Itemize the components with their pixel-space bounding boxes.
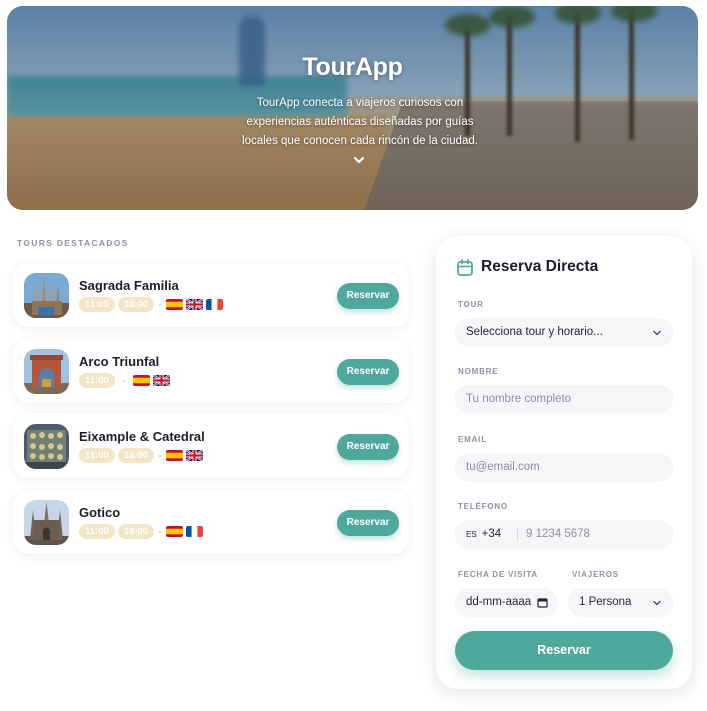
time-slot: 18:00 bbox=[117, 524, 155, 539]
reserve-button[interactable]: Reservar bbox=[337, 434, 399, 460]
travelers-value: 1 Persona bbox=[579, 596, 632, 608]
time-slot: 11:00 bbox=[79, 524, 115, 539]
tour-name: Gotico bbox=[79, 505, 121, 520]
name-label: NOMBRE bbox=[458, 367, 499, 376]
phone-country: ES bbox=[466, 530, 477, 539]
tour-name: Sagrada Familia bbox=[79, 278, 179, 293]
uk-flag-icon bbox=[186, 299, 204, 310]
time-slot: 18:00 bbox=[117, 297, 155, 312]
tour-thumbnail bbox=[24, 500, 69, 545]
phone-placeholder: 9 1234 5678 bbox=[526, 528, 590, 540]
name-placeholder: Tu nombre completo bbox=[466, 393, 572, 405]
booking-title: Reserva Directa bbox=[481, 258, 599, 275]
phone-divider bbox=[517, 529, 518, 541]
time-slot: 11:00 bbox=[79, 373, 115, 388]
email-placeholder: tu@email.com bbox=[466, 461, 540, 473]
calendar-icon bbox=[457, 258, 473, 276]
reserve-button[interactable]: Reservar bbox=[337, 359, 399, 385]
spain-flag-icon bbox=[132, 375, 150, 386]
uk-flag-icon bbox=[152, 375, 170, 386]
separator-dot bbox=[159, 454, 162, 457]
uk-flag-icon bbox=[186, 450, 204, 461]
reserve-button[interactable]: Reservar bbox=[337, 283, 399, 309]
phone-dial-code: +34 bbox=[481, 528, 502, 540]
hero-banner: TourApp TourApp conecta a viajeros curio… bbox=[7, 6, 698, 210]
france-flag-icon bbox=[186, 526, 204, 537]
tour-thumbnail bbox=[24, 273, 69, 318]
phone-country-code[interactable]: ES +34 bbox=[466, 528, 501, 540]
chevron-down-icon[interactable] bbox=[351, 152, 367, 168]
booking-heading: Reserva Directa bbox=[457, 258, 598, 276]
chevron-down-icon bbox=[653, 600, 661, 606]
submit-reservation-button[interactable]: Reservar bbox=[455, 631, 673, 670]
tour-card-sagrada-familia: Sagrada Familia 11:00 18:00 Reservar bbox=[13, 263, 409, 327]
time-slot: 11:00 bbox=[79, 297, 115, 312]
calendar-picker-icon[interactable] bbox=[537, 597, 548, 608]
separator-dot bbox=[122, 379, 125, 382]
name-input[interactable]: Tu nombre completo bbox=[455, 385, 673, 414]
time-slot: 11:00 bbox=[79, 448, 115, 463]
travelers-label: VIAJEROS bbox=[572, 570, 619, 579]
tour-tags: 11:00 18:00 bbox=[79, 297, 224, 312]
tour-tags: 11:00 18:00 bbox=[79, 524, 204, 539]
date-label: FECHA DE VISITA bbox=[458, 570, 539, 579]
visit-date-input[interactable]: dd-mm-aaaa bbox=[455, 588, 558, 617]
tour-card-arco-triunfal: Arco Triunfal 11:00 Reservar bbox=[13, 339, 409, 403]
spain-flag-icon bbox=[166, 450, 184, 461]
tour-select[interactable]: Selecciona tour y horario... bbox=[455, 318, 673, 347]
spain-flag-icon bbox=[166, 299, 184, 310]
hero-subtitle: TourApp conecta a viajeros curiosos con … bbox=[242, 97, 478, 147]
tour-name: Arco Triunfal bbox=[79, 354, 160, 369]
tour-select-value: Selecciona tour y horario... bbox=[466, 326, 603, 338]
date-value: dd-mm-aaaa bbox=[466, 596, 532, 608]
tour-card-gotico: Gotico 11:00 18:00 Reservar bbox=[13, 490, 409, 554]
travelers-select[interactable]: 1 Persona bbox=[568, 588, 673, 617]
reserve-button[interactable]: Reservar bbox=[337, 510, 399, 536]
booking-form: Reserva Directa TOUR Selecciona tour y h… bbox=[436, 236, 692, 689]
hero-title: TourApp bbox=[302, 53, 403, 81]
email-label: EMAIL bbox=[458, 435, 487, 444]
separator-dot bbox=[159, 303, 162, 306]
tour-thumbnail bbox=[24, 424, 69, 469]
chevron-down-icon bbox=[653, 330, 661, 336]
tour-label: TOUR bbox=[458, 300, 484, 309]
phone-label: TELÉFONO bbox=[458, 502, 508, 511]
france-flag-icon bbox=[206, 299, 224, 310]
tour-tags: 11:00 bbox=[79, 373, 170, 388]
phone-input[interactable]: ES +34 9 1234 5678 bbox=[455, 520, 673, 549]
separator-dot bbox=[159, 530, 162, 533]
tour-tags: 11:00 16:00 bbox=[79, 448, 204, 463]
tour-name: Eixample & Catedral bbox=[79, 429, 205, 444]
time-slot: 16:00 bbox=[117, 448, 155, 463]
tour-thumbnail bbox=[24, 349, 69, 394]
email-input[interactable]: tu@email.com bbox=[455, 453, 673, 482]
tour-card-eixample-catedral: Eixample & Catedral 11:00 16:00 Reservar bbox=[13, 414, 409, 478]
spain-flag-icon bbox=[166, 526, 184, 537]
section-label-featured-tours: TOURS DESTACADOS bbox=[17, 238, 129, 248]
